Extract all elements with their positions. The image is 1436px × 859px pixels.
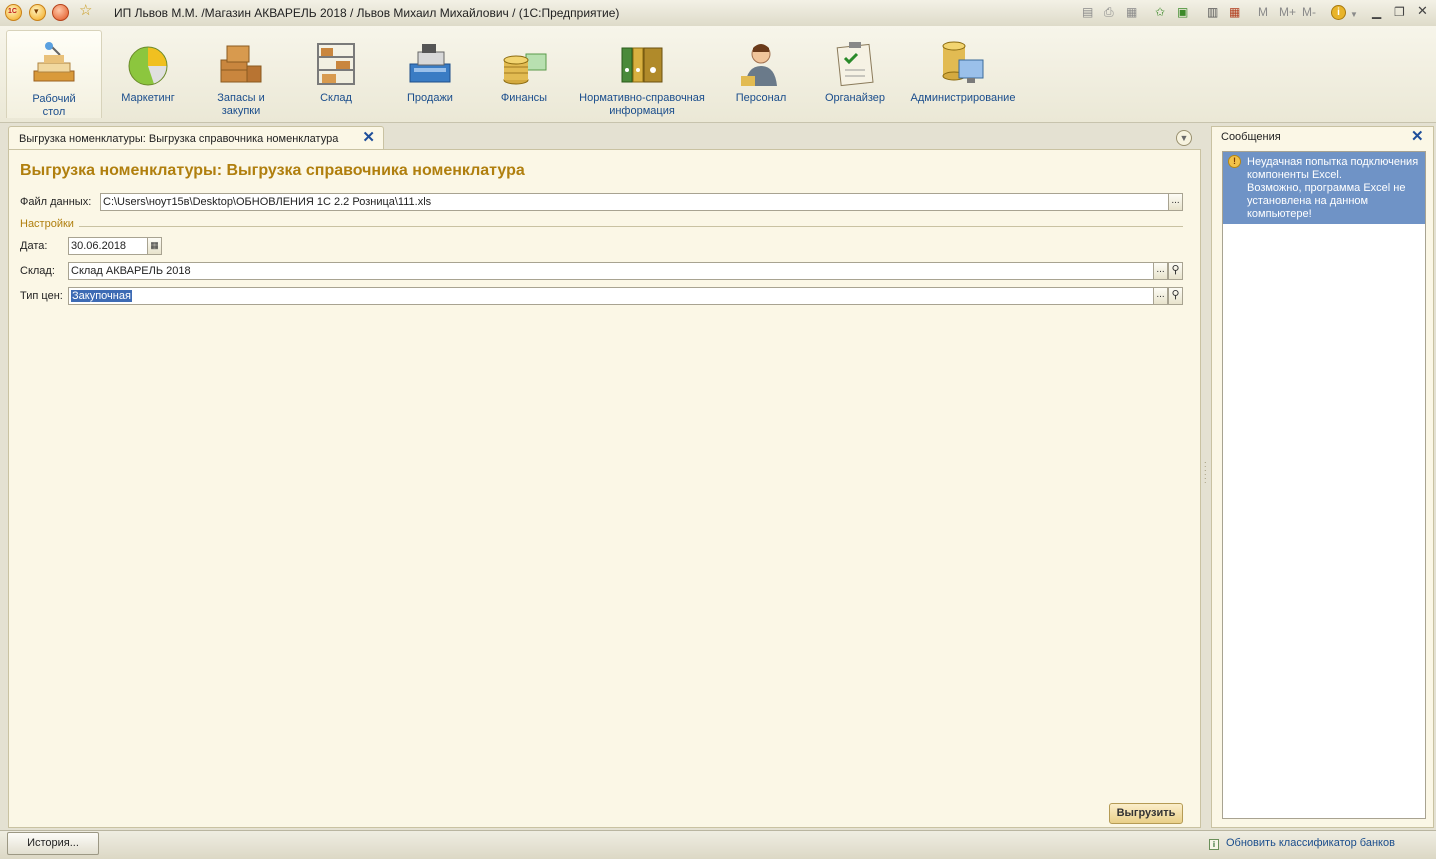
checklist-icon (831, 40, 879, 88)
close-window-icon[interactable]: ✕ (1417, 4, 1428, 18)
info-icon: i (1209, 839, 1219, 850)
file-label: Файл данных: (20, 196, 92, 208)
calendar-picker-icon[interactable]: ▦ (147, 237, 162, 255)
price-type-value: Закупочная (71, 290, 132, 302)
section-warehouse[interactable]: Склад (292, 30, 380, 118)
calendar-icon[interactable]: ▦ (1229, 5, 1240, 19)
database-computer-icon (939, 40, 987, 88)
price-type-search-icon[interactable]: ⚲ (1168, 287, 1183, 305)
update-bank-classifier-link[interactable]: Обновить классификатор банков (1226, 837, 1395, 849)
1c-logo-icon[interactable]: 1C (5, 4, 22, 21)
section-sales-label: Продажи (407, 92, 453, 104)
add-favorite-icon[interactable]: ✩ (1155, 5, 1165, 19)
file-path-field[interactable]: C:\Users\ноут15в\Desktop\ОБНОВЛЕНИЯ 1С 2… (100, 193, 1169, 211)
boxes-icon (217, 40, 265, 88)
favorites-star-icon[interactable]: ☆ (79, 3, 92, 18)
panel-splitter[interactable]: ::: (1204, 460, 1208, 490)
section-personnel[interactable]: Персонал (718, 30, 804, 118)
warehouse-search-icon[interactable]: ⚲ (1168, 262, 1183, 280)
close-tab-icon[interactable]: ✕ (362, 130, 375, 146)
section-administration[interactable]: Администрирование (906, 30, 1020, 118)
section-desktop[interactable]: Рабочий стол (6, 30, 102, 118)
coins-icon (500, 40, 548, 88)
calculator-icon[interactable]: ▥ (1207, 5, 1218, 19)
memory-m-button[interactable]: M (1258, 5, 1268, 19)
message-text: Неудачная попытка подключения компоненты… (1247, 156, 1419, 220)
date-field[interactable]: 30.06.2018 (68, 237, 148, 255)
print-preview-icon[interactable]: ▦ (1126, 5, 1137, 19)
save-icon[interactable]: ▤ (1082, 5, 1093, 19)
section-sales[interactable]: Продажи (386, 30, 474, 118)
memory-minus-button[interactable]: M- (1302, 5, 1316, 19)
section-marketing[interactable]: Маркетинг (104, 30, 192, 118)
section-reference[interactable]: Нормативно-справочная информация (574, 30, 710, 118)
section-marketing-label: Маркетинг (121, 92, 175, 104)
section-warehouse-label: Склад (320, 92, 352, 104)
tab-upload-nomenclature[interactable]: Выгрузка номенклатуры: Выгрузка справочн… (8, 126, 384, 150)
price-type-choose-button[interactable]: ... (1153, 287, 1168, 305)
desktop-icon (30, 41, 78, 89)
status-bar (0, 830, 1436, 859)
section-reference-label: Нормативно-справочная информация (579, 92, 705, 117)
minimize-icon[interactable]: ▁ (1372, 5, 1381, 19)
price-type-label: Тип цен: (20, 290, 63, 302)
section-personnel-label: Персонал (735, 92, 787, 104)
upload-button[interactable]: Выгрузить (1109, 803, 1183, 824)
sections-panel: Рабочий стол Маркетинг Запасы и закупки … (0, 26, 1436, 123)
section-finance-label: Финансы (500, 92, 548, 104)
section-inventory[interactable]: Запасы и закупки (196, 30, 286, 118)
warehouse-rack-icon (312, 40, 360, 88)
title-bar: 1C ▾ ☆ ИП Львов М.М. /Магазин АКВАРЕЛЬ 2… (0, 0, 1436, 27)
tab-label: Выгрузка номенклатуры: Выгрузка справочн… (19, 133, 339, 145)
settings-group-label: Настройки (20, 218, 74, 230)
person-icon (737, 40, 785, 88)
form-area (8, 149, 1201, 828)
memory-plus-button[interactable]: M+ (1279, 5, 1296, 19)
warning-icon: ! (1228, 155, 1241, 168)
file-choose-button[interactable]: ... (1168, 193, 1183, 211)
warehouse-field[interactable]: Склад АКВАРЕЛЬ 2018 (68, 262, 1154, 280)
page-title: Выгрузка номенклатуры: Выгрузка справочн… (20, 162, 525, 179)
price-type-field[interactable]: Закупочная (68, 287, 1154, 305)
pie-chart-icon (124, 40, 172, 88)
info-dropdown-icon[interactable]: ▼ (1350, 8, 1358, 22)
info-icon[interactable]: i (1331, 5, 1346, 20)
restore-icon[interactable]: ❐ (1394, 5, 1405, 19)
section-organizer[interactable]: Органайзер (812, 30, 898, 118)
settings-divider (79, 226, 1183, 227)
chevron-down-icon[interactable]: ▼ (1176, 130, 1192, 146)
binders-icon (618, 40, 666, 88)
section-inventory-label: Запасы и закупки (217, 92, 265, 117)
main-menu-icon[interactable]: ▾ (29, 4, 46, 21)
warehouse-label: Склад: (20, 265, 55, 277)
close-messages-icon[interactable]: ✕ (1411, 129, 1424, 145)
section-desktop-label: Рабочий стол (32, 93, 76, 118)
messages-list[interactable] (1222, 151, 1426, 819)
section-administration-label: Администрирование (910, 92, 1016, 104)
messages-title: Сообщения (1221, 131, 1281, 143)
print-icon[interactable]: ⎙ (1104, 5, 1114, 19)
window-title: ИП Львов М.М. /Магазин АКВАРЕЛЬ 2018 / Л… (114, 6, 620, 20)
date-label: Дата: (20, 240, 48, 252)
cash-register-icon (406, 40, 454, 88)
section-finance[interactable]: Финансы (480, 30, 568, 118)
history-button[interactable]: История... (7, 832, 99, 855)
warehouse-choose-button[interactable]: ... (1153, 262, 1168, 280)
section-organizer-label: Органайзер (824, 92, 886, 104)
home-icon[interactable] (52, 4, 69, 21)
link-icon[interactable]: ▣ (1177, 5, 1188, 19)
